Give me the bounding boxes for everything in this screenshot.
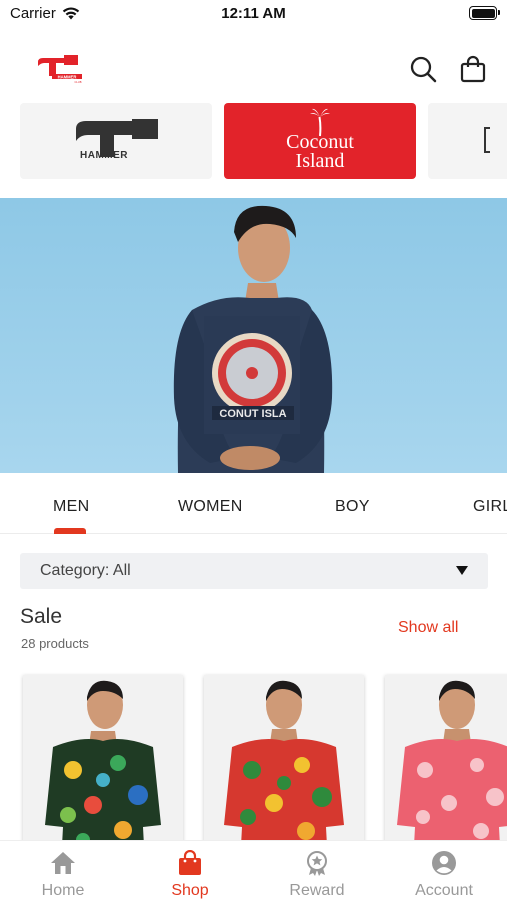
nav-shop-label: Shop xyxy=(171,882,209,899)
product-card[interactable] xyxy=(23,675,183,842)
app-header: HAMMER CLUB xyxy=(0,42,507,98)
tab-women[interactable]: WOMEN xyxy=(178,498,243,516)
sale-section-title: Sale xyxy=(20,605,63,628)
nav-account-label: Account xyxy=(415,882,473,899)
brand-card-coconut-island[interactable]: Coconut Island xyxy=(224,103,416,179)
svg-text:CLUB: CLUB xyxy=(75,80,82,84)
product-image xyxy=(224,680,344,842)
product-image xyxy=(397,680,507,842)
product-list xyxy=(0,672,507,842)
battery-icon xyxy=(469,6,500,20)
home-icon xyxy=(51,852,75,874)
shopping-bag-icon[interactable] xyxy=(458,54,488,84)
category-dropdown[interactable]: Category: All xyxy=(20,553,488,589)
brand-carousel[interactable]: HAMMER Coconut Island xyxy=(20,103,507,181)
sale-product-count: 28 products xyxy=(21,636,89,651)
bottom-navigation: Home Shop Reward Account xyxy=(0,840,507,900)
nav-reward[interactable]: Reward xyxy=(254,841,380,900)
product-card[interactable] xyxy=(204,675,364,842)
nav-account[interactable]: Account xyxy=(381,841,507,900)
product-image xyxy=(45,680,161,842)
active-tab-indicator xyxy=(54,528,86,534)
brand-card-third[interactable] xyxy=(428,103,507,179)
brand-hammer-label: HAMMER xyxy=(80,150,128,161)
brand-coconut-label: Coconut Island xyxy=(286,131,354,172)
product-card[interactable] xyxy=(385,675,507,842)
svg-text:HAMMER: HAMMER xyxy=(58,74,77,79)
hero-banner[interactable]: CONUT ISLA xyxy=(0,198,507,473)
tab-boy[interactable]: BOY xyxy=(335,498,370,516)
clock: 12:11 AM xyxy=(221,5,286,22)
hero-model-image: CONUT ISLA xyxy=(173,205,333,473)
nav-shop[interactable]: Shop xyxy=(127,841,253,900)
nav-reward-label: Reward xyxy=(289,882,345,899)
reward-medal-icon xyxy=(307,851,327,876)
search-icon[interactable] xyxy=(408,54,438,84)
tab-girl[interactable]: GIRL xyxy=(473,498,507,516)
nav-home[interactable]: Home xyxy=(0,841,126,900)
hammer-logo[interactable]: HAMMER CLUB xyxy=(34,54,86,84)
category-label: Category: All xyxy=(40,562,131,579)
shop-bag-icon xyxy=(179,850,201,875)
account-icon xyxy=(432,851,456,875)
brand-card-hammer[interactable]: HAMMER xyxy=(20,103,212,179)
gender-tabs: MEN WOMEN BOY GIRL xyxy=(0,488,507,534)
tab-men[interactable]: MEN xyxy=(53,498,89,516)
hero-print-text: CONUT ISLA xyxy=(219,408,286,420)
dropdown-caret-icon xyxy=(456,566,468,575)
nav-home-label: Home xyxy=(41,882,85,899)
status-bar: Carrier 12:11 AM xyxy=(0,0,507,30)
show-all-link[interactable]: Show all xyxy=(398,619,458,637)
